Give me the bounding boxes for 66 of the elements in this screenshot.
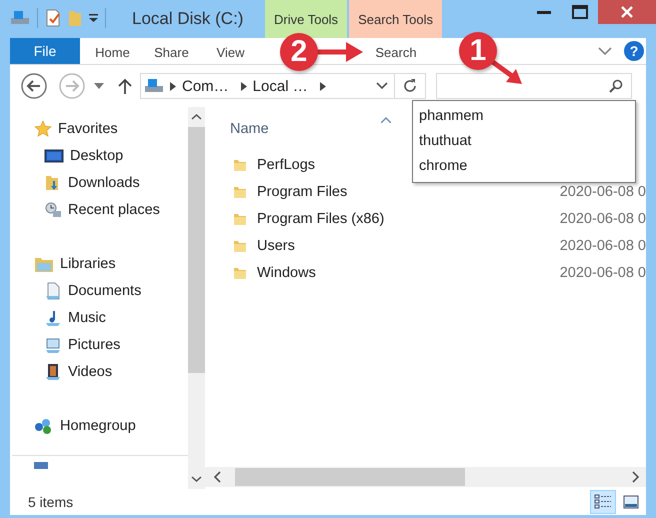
file-name[interactable]: Program Files: [257, 184, 348, 200]
breadcrumb-arrow-icon[interactable]: [240, 82, 247, 90]
scrollbar-thumb[interactable]: [235, 468, 465, 486]
ribbon-tab[interactable]: Share: [140, 38, 203, 64]
film-icon: [44, 362, 62, 380]
properties-icon[interactable]: [45, 9, 61, 27]
breadcrumb-arrow-icon[interactable]: [320, 82, 326, 90]
maximize-icon: [572, 5, 588, 19]
clock-computer-icon: [44, 200, 62, 218]
close-icon: [621, 6, 633, 18]
nav-item[interactable]: Downloads: [68, 174, 140, 190]
file-name[interactable]: PerfLogs: [257, 156, 316, 172]
window-title: Local Disk (C:): [131, 8, 244, 29]
search-icon: [609, 79, 623, 93]
contextual-tab-label: Search Tools: [349, 0, 442, 38]
nav-group-label[interactable]: Favorites: [58, 120, 118, 136]
ribbon-tab[interactable]: Home: [85, 38, 140, 64]
file-name[interactable]: Windows: [257, 264, 316, 280]
nav-item[interactable]: Pictures: [68, 336, 120, 352]
file-name[interactable]: Program Files (x86): [257, 210, 384, 226]
date-modified: 2020-06-08 0: [558, 184, 646, 200]
scrollbar-thumb[interactable]: [188, 127, 205, 373]
file-tab[interactable]: File: [10, 38, 80, 64]
search-suggestion[interactable]: thuthuat: [413, 129, 635, 154]
homegroup-icon: [34, 416, 54, 434]
recent-locations-icon[interactable]: [94, 83, 104, 89]
help-button[interactable]: ?: [624, 41, 644, 61]
search-field[interactable]: [436, 73, 632, 99]
item-count: 5 items: [27, 494, 74, 510]
music-note-icon: [44, 308, 62, 326]
search-suggestion[interactable]: phanmem: [413, 104, 635, 129]
minimize-icon: [537, 10, 551, 14]
search-suggestion[interactable]: chrome: [413, 154, 635, 179]
ribbon-tab[interactable]: View: [203, 38, 258, 64]
tiles-view-icon: [623, 495, 639, 509]
document-icon: [44, 282, 62, 300]
breadcrumb-arrow-icon[interactable]: [170, 82, 176, 90]
nav-group-label[interactable]: Libraries: [60, 256, 116, 272]
contextual-tab-label: Drive Tools: [265, 0, 348, 38]
dropdown-icon[interactable]: [89, 13, 98, 23]
breadcrumb[interactable]: Local …: [246, 78, 314, 94]
nav-group-label[interactable]: Homegroup: [60, 418, 136, 434]
column-header[interactable]: Name: [205, 121, 269, 137]
breadcrumb[interactable]: Com…: [176, 78, 235, 94]
refresh-icon: [402, 78, 418, 94]
drive-icon: [144, 78, 164, 94]
address-dropdown-icon[interactable]: [376, 82, 388, 90]
close-button[interactable]: [598, 0, 656, 24]
nav-item[interactable]: Music: [68, 310, 106, 326]
expand-ribbon-icon[interactable]: [598, 46, 612, 56]
up-arrow-icon[interactable]: [118, 78, 132, 94]
file-name[interactable]: Users: [257, 238, 295, 254]
date-modified: 2020-06-08 0: [558, 264, 646, 280]
monitor-icon: [44, 148, 64, 164]
picture-icon: [44, 336, 62, 354]
nav-item[interactable]: Videos: [68, 364, 112, 380]
nav-item[interactable]: Recent places: [68, 202, 160, 218]
date-modified: 2020-06-08 0: [558, 238, 646, 254]
details-view-icon: [594, 494, 612, 510]
back-button[interactable]: [20, 72, 48, 100]
ribbon-tab[interactable]: Search: [366, 38, 426, 64]
details-view-button[interactable]: [590, 490, 616, 514]
nav-item[interactable]: Documents: [68, 282, 142, 298]
star-icon: [34, 120, 52, 138]
nav-item[interactable]: Desktop: [70, 148, 124, 164]
date-modified: 2020-06-08 0: [558, 210, 646, 226]
